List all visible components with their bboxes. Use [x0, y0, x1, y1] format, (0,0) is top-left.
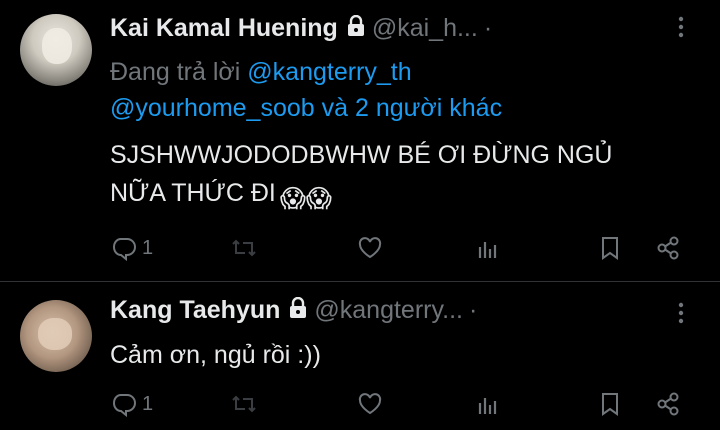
- author-name[interactable]: Kang Taehyun: [110, 296, 280, 324]
- avatar[interactable]: [20, 14, 92, 86]
- retweet-button[interactable]: [230, 388, 258, 420]
- reply-icon: [112, 394, 136, 418]
- reply-button[interactable]: 1: [110, 388, 153, 420]
- reply-icon: [112, 238, 136, 262]
- others-link[interactable]: và 2 người khác: [322, 94, 502, 122]
- like-icon: [358, 237, 382, 259]
- tweet-kang[interactable]: Kang Taehyun @kangterry... · Cảm ơn, ngủ r…: [0, 282, 720, 430]
- share-icon: [657, 236, 679, 260]
- separator-dot: ·: [468, 296, 478, 324]
- mention-link[interactable]: @yourhome_soob: [110, 94, 315, 122]
- like-icon: [358, 393, 382, 415]
- more-icon[interactable]: [668, 300, 694, 326]
- replying-to: Đang trả lời @kangterry_th @yourhome_soo…: [110, 54, 700, 126]
- author-name[interactable]: Kai Kamal Huening: [110, 14, 338, 42]
- tweet-kai[interactable]: Kai Kamal Huening @kai_h... · Đang trả lời…: [0, 0, 720, 282]
- reply-count: 1: [142, 392, 154, 415]
- reply-button[interactable]: 1: [110, 232, 153, 264]
- bookmark-icon: [602, 393, 618, 416]
- author-handle[interactable]: @kangterry...: [314, 296, 463, 324]
- share-icon: [657, 392, 679, 416]
- bookmark-icon: [602, 237, 618, 260]
- like-button[interactable]: [356, 232, 384, 264]
- lock-icon: [346, 14, 366, 42]
- tweet-text: SJSHWWJODODBWHW BÉ ƠI ĐỪNG NGỦ NỮA THỨC …: [110, 136, 710, 218]
- retweet-icon: [232, 239, 256, 257]
- like-button[interactable]: [356, 388, 384, 420]
- tweet-header: Kang Taehyun @kangterry... ·: [110, 296, 710, 332]
- mention-link[interactable]: @kangterry_th: [247, 58, 411, 86]
- retweet-icon: [232, 395, 256, 413]
- separator-dot: ·: [483, 14, 493, 42]
- views-icon: [478, 242, 497, 258]
- action-bar: 1: [110, 388, 690, 420]
- retweet-button[interactable]: [230, 232, 258, 264]
- bookmark-button[interactable]: [596, 388, 624, 420]
- tweet-text-line: SJSHWWJODODBWHW BÉ ƠI ĐỪNG NGỦ: [110, 141, 613, 169]
- share-button[interactable]: [654, 388, 682, 420]
- bookmark-button[interactable]: [596, 232, 624, 264]
- author-handle[interactable]: @kai_h...: [372, 14, 478, 42]
- views-button[interactable]: [474, 388, 502, 420]
- action-bar: 1: [110, 232, 690, 264]
- avatar[interactable]: [20, 300, 92, 372]
- lock-icon: [288, 296, 308, 324]
- replying-prefix: Đang trả lời: [110, 58, 241, 86]
- tweet-text-line: NỮA THỨC ĐI: [110, 179, 276, 207]
- reply-count: 1: [142, 236, 154, 259]
- share-button[interactable]: [654, 232, 682, 264]
- views-icon: [478, 398, 497, 414]
- screaming-emoji-icon: 😱😱: [279, 185, 332, 213]
- tweet-text: Cảm ơn, ngủ rồi :)): [110, 341, 321, 369]
- tweet-header: Kai Kamal Huening @kai_h... ·: [110, 14, 710, 50]
- views-button[interactable]: [474, 232, 502, 264]
- more-icon[interactable]: [668, 14, 694, 40]
